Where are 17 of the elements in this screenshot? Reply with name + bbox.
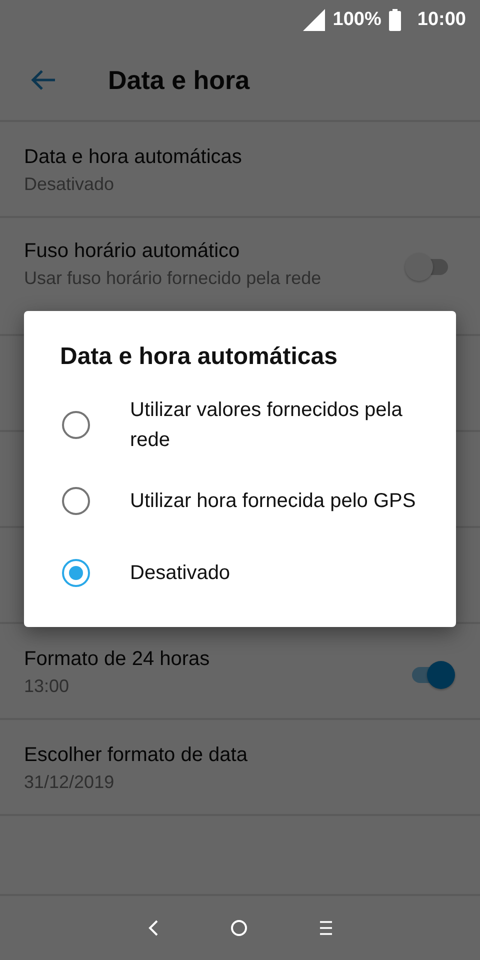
back-arrow-icon [30, 69, 56, 91]
dialog-title: Data e hora automáticas [59, 343, 338, 372]
home-button[interactable] [230, 919, 248, 937]
radio-option[interactable]: Desativado [24, 537, 456, 609]
clock-time: 10:00 [417, 9, 466, 31]
setting-title: Data e hora automáticas [24, 146, 243, 169]
battery-percent: 100% [332, 9, 382, 31]
signal-icon [302, 9, 325, 31]
setting-title: Fuso horário automático [24, 240, 241, 263]
radio-option[interactable]: Utilizar valores fornecidos pela rede [24, 385, 456, 465]
setting-title: Escolher formato de data [24, 744, 248, 767]
nav-back-button[interactable] [146, 919, 160, 937]
battery-icon [389, 9, 402, 31]
page-title: Data e hora [108, 64, 250, 96]
setting-title: Formato de 24 horas [24, 648, 211, 671]
menu-button[interactable] [318, 920, 334, 936]
radio-option[interactable]: Utilizar hora fornecida pelo GPS [24, 465, 456, 537]
